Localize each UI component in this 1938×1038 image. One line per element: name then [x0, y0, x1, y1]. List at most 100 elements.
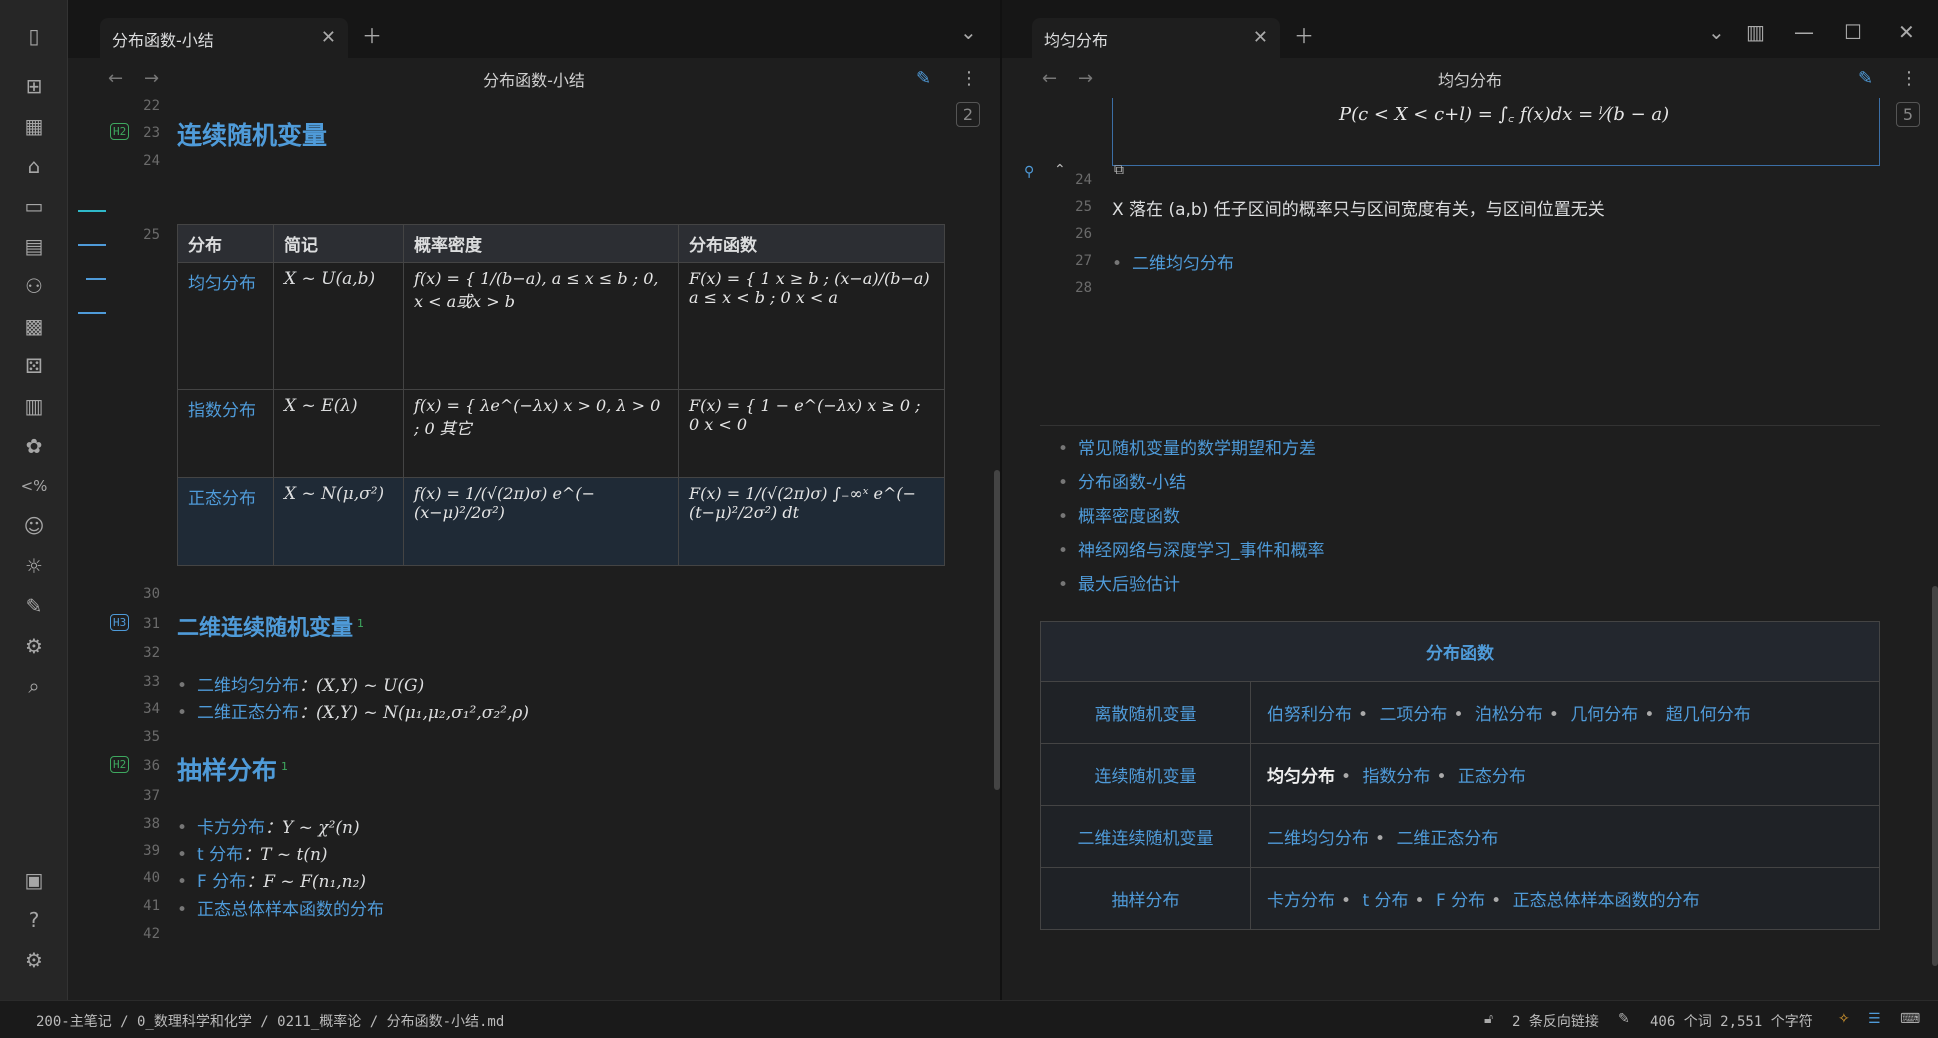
- pin-icon[interactable]: ⚲: [1024, 164, 1034, 180]
- sidebar-toggle-icon[interactable]: ▯: [20, 22, 48, 50]
- chi-square-link[interactable]: 卡方分布: [197, 818, 265, 838]
- related-link[interactable]: 常见随机变量的数学期望和方差: [1078, 439, 1316, 459]
- breadcrumb[interactable]: 200-主笔记 / 0_数理科学和化学 / 0211_概率论 / 分布函数-小结…: [36, 1011, 504, 1031]
- related-link[interactable]: 概率密度函数: [1078, 507, 1180, 527]
- sample-function-link[interactable]: 正态总体样本函数的分布: [197, 900, 384, 920]
- item-link[interactable]: 几何分布: [1570, 705, 1638, 725]
- more-vertical-icon[interactable]: ⋮: [960, 68, 978, 89]
- item-link[interactable]: 二维正态分布: [1396, 829, 1498, 849]
- home-icon[interactable]: ⌂: [20, 152, 48, 180]
- f-dist-link[interactable]: F 分布: [197, 872, 246, 892]
- palette-icon[interactable]: ✿: [20, 432, 48, 460]
- chevron-down-icon[interactable]: ⌄: [960, 20, 977, 44]
- item-link[interactable]: 二维均匀分布: [1267, 829, 1369, 849]
- item-link[interactable]: 卡方分布: [1267, 891, 1335, 911]
- table-row: 指数分布 X ~ E(λ) f(x) = { λe^(−λx) x > 0, λ…: [177, 389, 945, 478]
- smile-icon[interactable]: ☺: [20, 512, 48, 540]
- category-link[interactable]: 抽样分布: [1112, 891, 1180, 911]
- backlink-count[interactable]: 1: [281, 760, 288, 773]
- 2d-normal-link[interactable]: 二维正态分布: [197, 703, 299, 723]
- dot-separator: •: [1414, 891, 1425, 911]
- item-link[interactable]: 超几何分布: [1666, 705, 1751, 725]
- maximize-icon[interactable]: ☐: [1844, 20, 1862, 44]
- dice-icon[interactable]: ⚄: [20, 352, 48, 380]
- left-editor[interactable]: 2 22 H2 23 连续随机变量 24 25 分布 简记 概率密度 分布函数 …: [68, 98, 1000, 988]
- item-link[interactable]: F 分布: [1436, 891, 1485, 911]
- new-note-icon[interactable]: ⊞: [20, 72, 48, 100]
- list-icon[interactable]: ☰: [1868, 1011, 1881, 1027]
- normal-link[interactable]: 正态分布: [188, 489, 256, 509]
- settings-gear-icon[interactable]: ⚙: [20, 946, 48, 974]
- related-link[interactable]: 分布函数-小结: [1078, 473, 1186, 493]
- pencil-icon[interactable]: ✎: [1618, 1011, 1630, 1027]
- left-pane-header: ← → 分布函数-小结 ✎ ⋮: [68, 58, 1000, 98]
- 2d-uniform-link[interactable]: 二维均匀分布: [1132, 254, 1234, 274]
- outline-mark[interactable]: [78, 312, 106, 314]
- lightbulb-icon[interactable]: ☼: [20, 552, 48, 580]
- status-bar: 200-主笔记 / 0_数理科学和化学 / 0211_概率论 / 分布函数-小结…: [0, 1000, 1938, 1038]
- category-link[interactable]: 离散随机变量: [1095, 705, 1197, 725]
- tab-right-active[interactable]: 均匀分布 ✕: [1032, 18, 1280, 58]
- lock-icon[interactable]: 🔓︎: [1484, 1011, 1493, 1027]
- vault-icon[interactable]: ▣: [20, 866, 48, 894]
- table-icon[interactable]: ▥: [20, 392, 48, 420]
- window-close-icon[interactable]: ✕: [1898, 20, 1915, 44]
- sidebar-right-icon[interactable]: ▥: [1746, 20, 1765, 44]
- plugin-icon[interactable]: ⚙: [20, 632, 48, 660]
- cdf-formula: F(x) = { 1 − e^(−λx) x ≥ 0 ; 0 x < 0: [689, 396, 921, 434]
- line-number: 41: [143, 898, 160, 914]
- line-number: 36: [143, 758, 160, 774]
- backlink-count[interactable]: 1: [357, 617, 364, 630]
- scrollbar[interactable]: [1932, 586, 1938, 966]
- plus-icon[interactable]: ＋: [1294, 20, 1314, 49]
- item-link[interactable]: 指数分布: [1362, 767, 1430, 787]
- help-icon[interactable]: ?: [20, 906, 48, 934]
- item-link[interactable]: t 分布: [1362, 891, 1408, 911]
- percent-icon[interactable]: <%: [20, 472, 48, 500]
- calendar-icon[interactable]: ▦: [20, 112, 48, 140]
- outline-mark[interactable]: [78, 210, 106, 212]
- close-icon[interactable]: ✕: [1253, 27, 1268, 48]
- tools-icon[interactable]: ✎: [20, 592, 48, 620]
- table-row: 正态分布 X ~ N(μ,σ²) f(x) = 1/(√(2π)σ) e^(−(…: [177, 477, 945, 566]
- item-link[interactable]: 正态总体样本函数的分布: [1513, 891, 1700, 911]
- tab-left-active[interactable]: 分布函数-小结 ✕: [100, 18, 348, 58]
- edit-icon[interactable]: ✎: [916, 68, 931, 89]
- outline-mark[interactable]: [78, 244, 106, 246]
- scrollbar[interactable]: [994, 470, 1000, 790]
- plus-icon[interactable]: ＋: [362, 20, 382, 49]
- right-editor[interactable]: P(c < X < c+l) = ∫꜀ f(x)dx = ˡ⁄(b − a) 5…: [1002, 98, 1938, 988]
- item-link[interactable]: 泊松分布: [1475, 705, 1543, 725]
- item-link[interactable]: 正态分布: [1458, 767, 1526, 787]
- list-item: 分布函数-小结: [1058, 466, 1325, 500]
- monitor-icon[interactable]: ▭: [20, 192, 48, 220]
- item-link[interactable]: 伯努利分布: [1267, 705, 1352, 725]
- graph-icon[interactable]: ⚇: [20, 272, 48, 300]
- backlinks-count[interactable]: 2 条反向链接: [1512, 1011, 1599, 1031]
- search-icon[interactable]: ⌕: [20, 672, 48, 700]
- exponential-link[interactable]: 指数分布: [188, 401, 256, 421]
- related-link[interactable]: 最大后验估计: [1078, 575, 1180, 595]
- 2d-uniform-link[interactable]: 二维均匀分布: [197, 676, 299, 696]
- keyboard-icon[interactable]: ⌨: [1900, 1011, 1920, 1027]
- table-row: 抽样分布 卡方分布 • t 分布 • F 分布 • 正态总体样本函数的分布: [1040, 867, 1880, 930]
- edit-icon[interactable]: ✎: [1858, 68, 1873, 89]
- category-link[interactable]: 连续随机变量: [1095, 767, 1197, 787]
- chevron-down-icon[interactable]: ⌄: [1708, 20, 1725, 44]
- more-vertical-icon[interactable]: ⋮: [1900, 68, 1918, 89]
- close-icon[interactable]: ✕: [321, 27, 336, 48]
- category-link[interactable]: 二维连续随机变量: [1078, 829, 1214, 849]
- related-link[interactable]: 神经网络与深度学习_事件和概率: [1078, 541, 1325, 561]
- minimize-icon[interactable]: —: [1794, 20, 1814, 44]
- broom-icon[interactable]: ✧: [1838, 1011, 1850, 1027]
- item-link[interactable]: 二项分布: [1379, 705, 1447, 725]
- copy-icon[interactable]: ⧉: [1114, 162, 1124, 178]
- outline-mark[interactable]: [86, 278, 106, 280]
- uniform-link[interactable]: 均匀分布: [188, 274, 256, 294]
- list-item: 二维均匀分布：(X,Y) ~ U(G): [177, 671, 424, 696]
- file-code-icon[interactable]: ▤: [20, 232, 48, 260]
- page-title: 均匀分布: [1437, 71, 1502, 90]
- math-block[interactable]: P(c < X < c+l) = ∫꜀ f(x)dx = ˡ⁄(b − a): [1112, 98, 1880, 166]
- grid-icon[interactable]: ▩: [20, 312, 48, 340]
- t-dist-link[interactable]: t 分布: [197, 845, 243, 865]
